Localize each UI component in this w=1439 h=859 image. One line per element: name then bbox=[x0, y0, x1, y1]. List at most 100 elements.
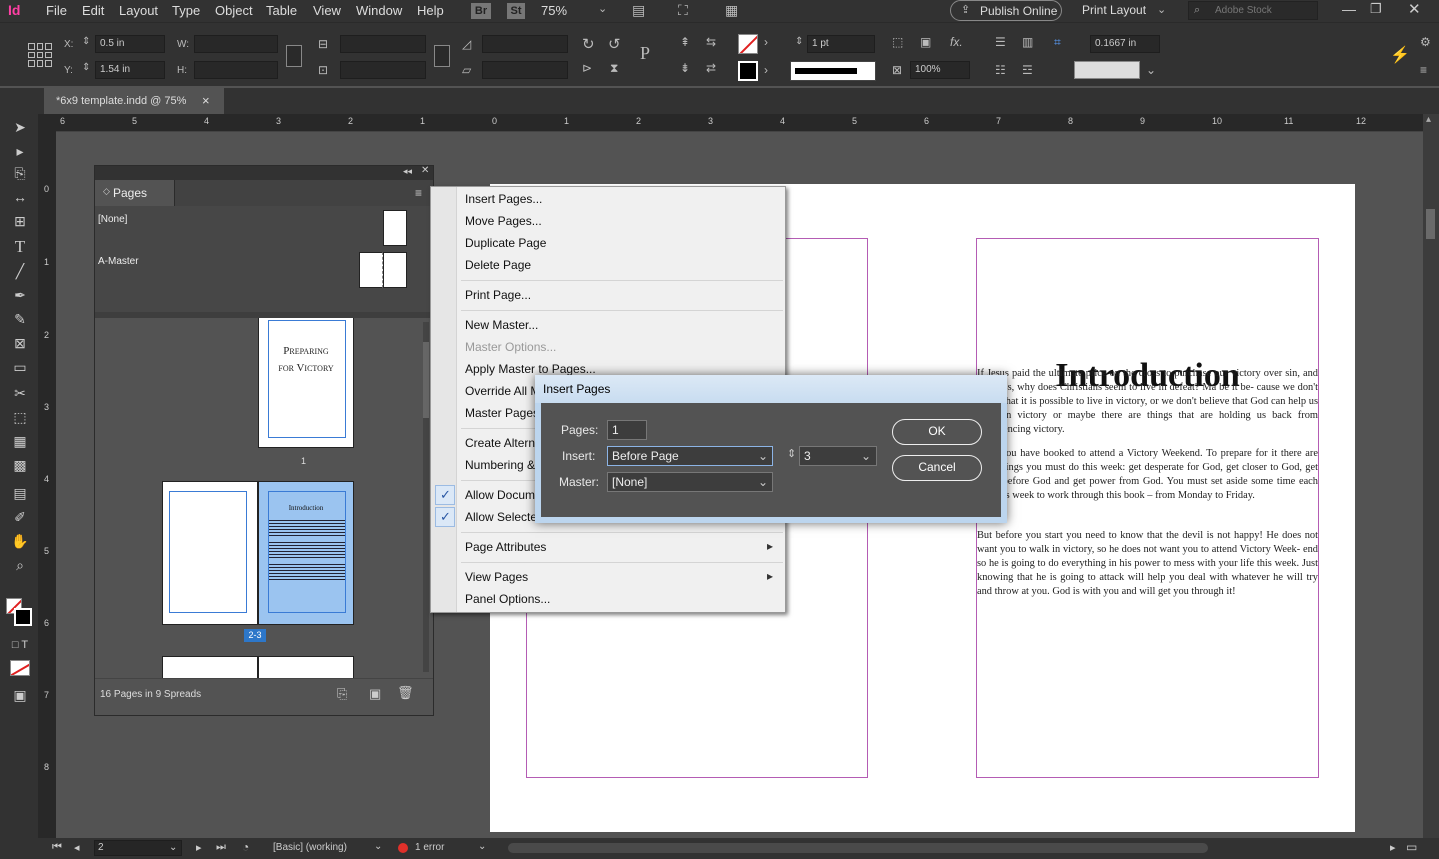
open-document-icon[interactable]: ◔ bbox=[242, 840, 249, 854]
shear-angle-icon[interactable]: ▱ bbox=[462, 63, 471, 77]
page-tool-icon[interactable]: ⎘ bbox=[10, 164, 30, 182]
eyedropper-tool-icon[interactable]: ✐ bbox=[10, 508, 30, 526]
next-spread-icon[interactable]: ▸ bbox=[196, 841, 202, 854]
reference-point-icon[interactable] bbox=[28, 43, 52, 67]
pages-panel-tab[interactable]: ◇ Pages bbox=[95, 180, 175, 206]
direct-selection-tool-icon[interactable]: ▸ bbox=[10, 142, 30, 160]
page-number-input[interactable]: 3 ⌄ bbox=[799, 446, 877, 466]
menu-item-panel-options[interactable]: Panel Options... bbox=[465, 592, 550, 606]
master-none[interactable]: [None] bbox=[98, 214, 127, 225]
opacity-field[interactable]: 100% bbox=[910, 61, 970, 79]
apply-none-icon[interactable] bbox=[10, 660, 30, 676]
x-stepper-icon[interactable]: ⇕ bbox=[82, 36, 90, 47]
gradient-feather-tool-icon[interactable]: ▩ bbox=[10, 456, 30, 474]
hand-tool-icon[interactable]: ✋ bbox=[10, 532, 30, 550]
arrange-docs-icon[interactable]: ▦ bbox=[725, 2, 738, 19]
error-count[interactable]: 1 error bbox=[415, 842, 444, 853]
restore-icon[interactable]: ❐ bbox=[1370, 1, 1382, 17]
new-page-icon[interactable]: ▣ bbox=[369, 686, 381, 702]
menu-window[interactable]: Window bbox=[356, 3, 402, 18]
horizontal-scrollbar[interactable] bbox=[508, 843, 1208, 853]
body-paragraph-3[interactable]: But before you start you need to know th… bbox=[977, 529, 1318, 599]
corner-options-icon[interactable]: ⌗ bbox=[1054, 35, 1061, 50]
close-panel-icon[interactable]: ✕ bbox=[421, 165, 429, 176]
page-1-thumbnail[interactable]: Preparing for Victory bbox=[258, 318, 354, 448]
menu-item-move-pages[interactable]: Move Pages... bbox=[465, 214, 542, 228]
body-paragraph-1[interactable]: If Jesus paid the ultimate price on the … bbox=[977, 367, 1318, 437]
shear-field[interactable] bbox=[482, 61, 568, 79]
select-container-icon[interactable]: ⇞ bbox=[680, 35, 690, 49]
gradient-swatch-tool-icon[interactable]: ▦ bbox=[10, 432, 30, 450]
previous-spread-icon[interactable]: ◂ bbox=[74, 841, 80, 854]
page-5-thumbnail[interactable] bbox=[258, 656, 354, 678]
bridge-button[interactable]: Br bbox=[471, 3, 491, 19]
flip-horizontal-icon[interactable]: ⊳ bbox=[582, 61, 592, 75]
first-spread-icon[interactable]: ⏮ bbox=[52, 841, 62, 854]
vertical-scrollbar[interactable]: ▴ bbox=[1423, 114, 1439, 838]
stroke-weight-stepper-icon[interactable]: ⇕ bbox=[795, 36, 803, 47]
cancel-button[interactable]: Cancel bbox=[892, 455, 982, 481]
align-bottom-icon[interactable]: ☲ bbox=[1022, 63, 1033, 77]
menu-file[interactable]: File bbox=[46, 3, 67, 18]
scale-y-icon[interactable]: ⊡ bbox=[318, 63, 328, 77]
object-style-chevron-icon[interactable]: ⌄ bbox=[1146, 63, 1156, 77]
text-wrap-icon[interactable]: ⬚ bbox=[892, 35, 903, 49]
preflight-profile[interactable]: [Basic] (working) bbox=[273, 842, 347, 853]
menu-item-apply-master[interactable]: Apply Master to Pages... bbox=[465, 362, 596, 376]
offset-field[interactable]: 0.1667 in bbox=[1090, 35, 1160, 53]
panel-menu-icon[interactable]: ≡ bbox=[415, 186, 422, 200]
menu-item-duplicate-page[interactable]: Duplicate Page bbox=[465, 236, 546, 250]
menu-item-print-page[interactable]: Print Page... bbox=[465, 288, 531, 302]
gap-tool-icon[interactable]: ↔ bbox=[10, 188, 30, 206]
screen-mode-icon[interactable]: ⛶ bbox=[678, 2, 688, 19]
object-style-dropdown[interactable] bbox=[1074, 61, 1140, 79]
screen-mode-tool-icon[interactable]: ▣ bbox=[10, 686, 30, 704]
scroll-up-icon[interactable]: ▴ bbox=[1426, 114, 1431, 125]
rotate-field[interactable] bbox=[482, 35, 568, 53]
constrain-proportions-icon[interactable] bbox=[286, 45, 302, 67]
stock-button[interactable]: St bbox=[507, 3, 525, 19]
menu-layout[interactable]: Layout bbox=[119, 3, 158, 18]
insert-position-select[interactable]: Before Page ⌄ bbox=[607, 446, 773, 466]
master-none-thumbnail[interactable] bbox=[383, 210, 407, 246]
master-select[interactable]: [None] ⌄ bbox=[607, 472, 773, 492]
workspace-chevron-icon[interactable]: ⌄ bbox=[1157, 3, 1166, 16]
page-3-thumbnail[interactable]: Introduction bbox=[258, 481, 354, 625]
page-2-thumbnail[interactable] bbox=[162, 481, 258, 625]
scale-x-icon[interactable]: ⊟ bbox=[318, 37, 328, 51]
stroke-swatch[interactable] bbox=[738, 61, 758, 81]
scroll-thumb[interactable] bbox=[1426, 209, 1435, 239]
w-field[interactable] bbox=[194, 35, 278, 53]
scale-x-field[interactable] bbox=[340, 35, 426, 53]
last-spread-icon[interactable]: ⏭ bbox=[216, 841, 226, 854]
scissors-tool-icon[interactable]: ✂ bbox=[10, 384, 30, 402]
fill-menu-arrow-icon[interactable]: › bbox=[764, 35, 768, 49]
page-number-field[interactable]: 2 ⌄ bbox=[94, 840, 182, 856]
pages-scrollbar[interactable] bbox=[423, 322, 429, 672]
h-field[interactable] bbox=[194, 61, 278, 79]
pencil-tool-icon[interactable]: ✎ bbox=[10, 310, 30, 328]
drop-shadow-icon[interactable]: ▣ bbox=[920, 35, 931, 49]
collapse-panel-icon[interactable]: ◂◂ bbox=[403, 166, 412, 177]
menu-item-delete-page[interactable]: Delete Page bbox=[465, 258, 531, 272]
menu-item-numbering-section[interactable]: Numbering & bbox=[465, 458, 535, 472]
menu-view[interactable]: View bbox=[313, 3, 341, 18]
select-previous-icon[interactable]: ⇆ bbox=[706, 35, 716, 49]
ok-button[interactable]: OK bbox=[892, 419, 982, 445]
menu-item-allow-document-shuffle[interactable]: Allow Docum bbox=[465, 488, 535, 502]
document-tab[interactable]: *6x9 template.indd @ 75% × bbox=[44, 88, 224, 114]
stroke-menu-arrow-icon[interactable]: › bbox=[764, 63, 768, 77]
rectangle-tool-icon[interactable]: ▭ bbox=[10, 358, 30, 376]
menu-item-page-attributes[interactable]: Page Attributes bbox=[465, 540, 546, 554]
menu-table[interactable]: Table bbox=[266, 3, 297, 18]
edit-page-size-icon[interactable]: ⎘ bbox=[337, 686, 347, 702]
zoom-level[interactable]: 75% bbox=[541, 3, 567, 18]
publish-online-button[interactable]: ⇪ Publish Online bbox=[950, 0, 1062, 21]
type-tool-icon[interactable]: T bbox=[10, 238, 30, 256]
line-tool-icon[interactable]: ╱ bbox=[10, 262, 30, 280]
align-center-icon[interactable]: ☷ bbox=[995, 63, 1006, 77]
menu-object[interactable]: Object bbox=[215, 3, 253, 18]
constrain-scale-icon[interactable] bbox=[434, 45, 450, 67]
zoom-dropdown-icon[interactable]: ⌄ bbox=[598, 2, 607, 15]
rotate-cw-icon[interactable]: ↻ bbox=[582, 35, 595, 53]
